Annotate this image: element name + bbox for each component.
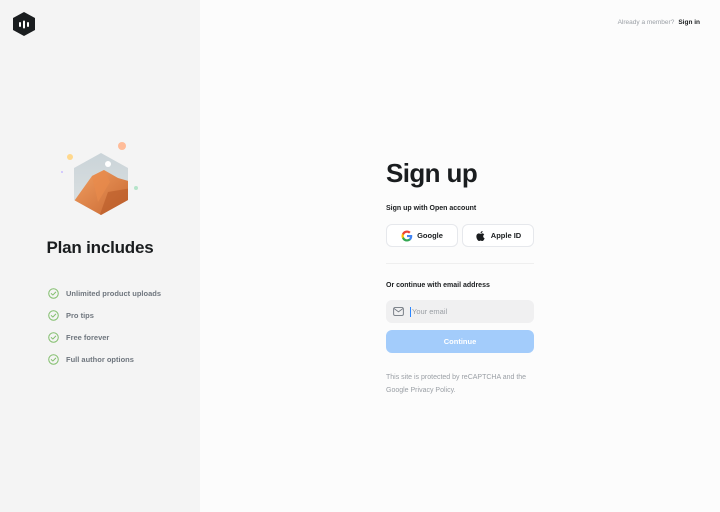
mail-icon: [393, 307, 404, 316]
email-label: Or continue with email address: [386, 282, 490, 289]
email-field[interactable]: [386, 300, 534, 323]
feature-label: Pro tips: [66, 310, 94, 320]
signup-form: Sign up Sign up with Open account Google…: [386, 158, 534, 397]
email-input[interactable]: [412, 307, 522, 316]
page-title: Sign up: [386, 158, 478, 188]
feature-item: Pro tips: [48, 304, 161, 326]
feature-item: Full author options: [48, 348, 161, 370]
google-button[interactable]: Google: [386, 224, 458, 247]
left-panel: Plan includes Unlimited product uploads …: [0, 0, 200, 512]
feature-label: Free forever: [66, 332, 110, 342]
hero-illustration: [61, 142, 138, 215]
plan-title: Plan includes: [46, 238, 154, 257]
feature-item: Unlimited product uploads: [48, 282, 161, 304]
topbar: Already a member? Sign in: [618, 19, 700, 26]
signin-link[interactable]: Sign in: [678, 19, 700, 26]
feature-list: Unlimited product uploads Pro tips Free …: [48, 282, 161, 370]
check-circle-icon: [48, 309, 59, 321]
logo-icon[interactable]: [13, 12, 35, 36]
apple-icon: [476, 230, 485, 241]
feature-item: Free forever: [48, 326, 161, 348]
member-prompt: Already a member?: [617, 19, 675, 26]
check-circle-icon: [48, 353, 59, 365]
check-circle-icon: [48, 287, 59, 299]
google-label: Google: [417, 231, 443, 240]
apple-label: Apple ID: [490, 231, 522, 240]
check-circle-icon: [48, 331, 59, 343]
feature-label: Full author options: [66, 354, 134, 364]
google-icon: [401, 230, 413, 241]
social-buttons: Google Apple ID: [386, 224, 534, 247]
text-caret: [410, 306, 411, 317]
divider: [386, 263, 534, 264]
feature-label: Unlimited product uploads: [66, 288, 161, 298]
continue-button[interactable]: Continue: [386, 330, 534, 353]
apple-button[interactable]: Apple ID: [462, 224, 534, 247]
social-subtitle: Sign up with Open account: [386, 205, 477, 212]
legal-text: This site is protected by reCAPTCHA and …: [386, 374, 527, 394]
